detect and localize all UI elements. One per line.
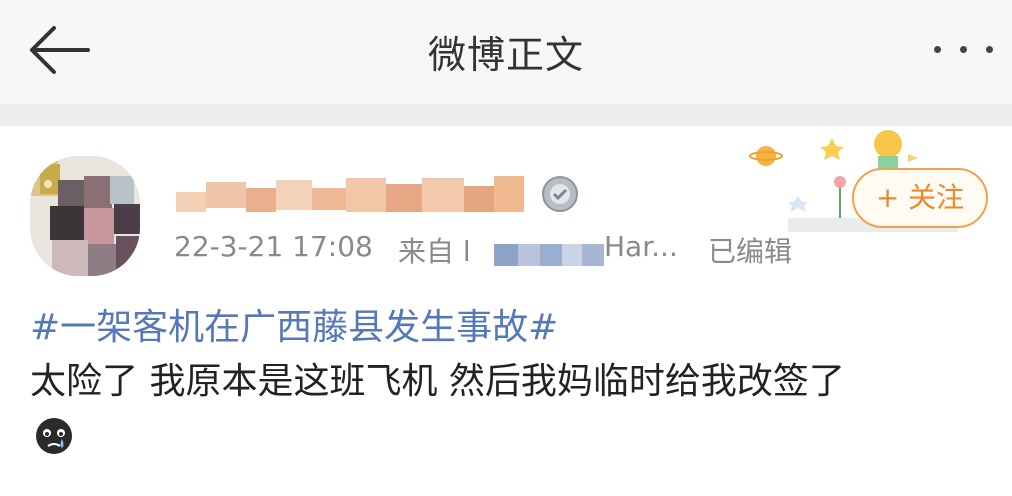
source-obscured — [494, 244, 604, 266]
page-title: 微博正文 — [427, 33, 584, 77]
more-dots-icon — [934, 46, 941, 53]
username-obscured[interactable] — [170, 170, 530, 216]
section-divider — [0, 104, 1012, 126]
source-prefix-label: 来自 l — [398, 235, 471, 268]
post-card: 22-3-21 17:08 来自 l Har... 已编辑 + 关注 #一架客机… — [0, 126, 1012, 496]
avatar[interactable] — [30, 156, 140, 276]
follow-button[interactable]: + 关注 — [852, 168, 988, 228]
hashtag-topic-link[interactable]: #一架客机在广西藤县发生事故# — [30, 298, 558, 350]
more-options-button[interactable] — [928, 36, 1000, 66]
medal-icon — [540, 174, 580, 214]
crying-face-icon — [34, 416, 74, 456]
post-date: 22-3-21 17:08 — [174, 230, 373, 263]
source-app-link[interactable]: Har... — [604, 230, 678, 263]
post-body-text: 太险了 我原本是这班飞机 然后我妈临时给我改签了 — [30, 361, 845, 402]
top-navigation-bar: 微博正文 — [0, 0, 1012, 104]
